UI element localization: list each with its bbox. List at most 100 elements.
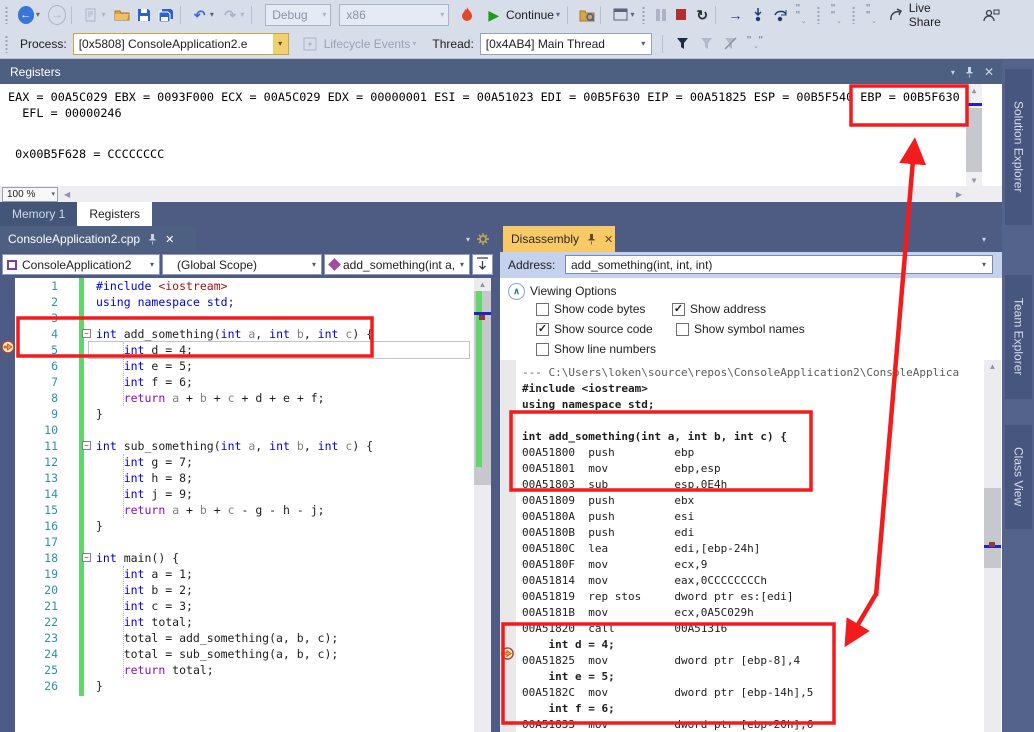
toolbar-grip[interactable] [851,6,856,24]
registers-content[interactable]: EAX = 00A5C029 EBX = 0093F000 ECX = 00A5… [0,84,1002,186]
pin-icon[interactable] [148,233,157,245]
code-line[interactable]: 13 int h = 8; [0,470,473,486]
code-line[interactable]: 10 [0,422,473,438]
code-line[interactable]: 15 return a + b + c - g - h - j; [0,502,473,518]
option-show-address[interactable]: ✓Show address [672,302,766,316]
code-line[interactable]: 8 return a + b + c + d + e + f; [0,390,473,406]
disassembly-line[interactable]: 00A51809 push ebx [522,493,694,509]
toolbar-grip[interactable] [4,35,9,53]
lifecycle-dropdown-icon[interactable]: ▾ [412,39,416,48]
code-line[interactable]: 26} [0,678,473,694]
step-over-icon[interactable] [772,6,788,24]
scroll-down-icon[interactable]: ▼ [966,176,982,185]
option-show-symbol-names[interactable]: Show symbol names [676,322,805,336]
solution-configuration-combo[interactable]: Debug▾ [265,4,331,26]
redo-dropdown-icon[interactable]: ▾ [240,10,244,19]
step-out-icon[interactable]: " "⌄ [795,5,812,25]
pin-icon[interactable] [587,233,596,245]
new-item-dropdown-icon[interactable]: ▾ [102,10,106,19]
option-show-source-code[interactable]: ✓Show source code [536,322,653,336]
checkbox[interactable]: ✓ [672,303,685,316]
registers-title-bar[interactable]: Registers ▾ ✕ [0,60,1002,84]
process-dropdown-icon[interactable]: ▾ [273,34,288,54]
continue-dropdown-icon[interactable]: ▾ [556,10,560,19]
disassembly-line[interactable]: 00A5180B push edi [522,525,694,541]
scroll-up-icon[interactable]: ▲ [984,362,1001,371]
new-item-icon[interactable] [83,6,99,24]
editor-scrollbar[interactable]: ▲ [474,278,491,732]
disassembly-line[interactable]: int d = 4; [522,637,615,653]
scroll-up-icon[interactable]: ▲ [966,86,982,95]
checkbox[interactable] [536,303,549,316]
disassembly-line[interactable]: int f = 6; [522,701,615,717]
diagnostics-toolbar-icon[interactable]: " "⌄ [866,5,883,25]
tab-list-dropdown-icon[interactable]: ▾ [466,235,470,244]
member-combo[interactable]: add_something(int a, ▾ [324,254,470,275]
gear-icon[interactable] [476,232,490,246]
code-line[interactable]: 3 [0,310,473,326]
live-share-icon[interactable] [888,6,904,24]
navigate-back-button[interactable]: ← [18,6,34,24]
scroll-up-icon[interactable]: ▲ [474,280,491,289]
disassembly-line[interactable]: 00A51820 call 00A51316 [522,621,727,637]
code-line[interactable]: 23 total = add_something(a, b, c); [0,630,473,646]
disassembly-line[interactable]: 00A5181B mov ecx,0A5C029h [522,605,754,621]
code-line[interactable]: 19 int a = 1; [0,566,473,582]
code-line[interactable]: 1#include <iostream> [0,278,473,294]
disassembly-line[interactable]: int e = 5; [522,669,615,685]
lifecycle-events-button[interactable]: Lifecycle Events [324,37,411,51]
break-all-icon[interactable] [656,9,666,21]
disassembly-line[interactable]: 00A51833 mov dword ptr [ebp-20h],6 [522,717,813,732]
option-show-code-bytes[interactable]: Show code bytes [536,302,645,316]
code-line[interactable]: 24 total = sub_something(a, b, c); [0,646,473,662]
code-line[interactable]: 18−int main() { [0,550,473,566]
disassembly-line[interactable]: 00A5180A push esi [522,509,694,525]
code-line[interactable]: 4−int add_something(int a, int b, int c)… [0,326,473,342]
toolbar-grip[interactable] [816,6,821,24]
tab-list-dropdown-icon[interactable]: ▾ [982,235,986,244]
save-icon[interactable] [136,6,152,24]
navigate-forward-button[interactable]: → [48,5,66,25]
close-icon[interactable]: ✕ [165,233,174,246]
step-into-icon[interactable] [750,6,766,24]
breakpoint-window-icon[interactable] [612,6,628,24]
continue-button[interactable]: Continue [506,8,554,22]
code-line[interactable]: 7 int f = 6; [0,374,473,390]
code-line[interactable]: 14 int j = 9; [0,486,473,502]
save-all-icon[interactable] [158,6,174,24]
code-line[interactable]: 17 [0,534,473,550]
code-line[interactable]: 22 int total; [0,614,473,630]
code-line[interactable]: 11−int sub_something(int a, int b, int c… [0,438,473,454]
side-tab-class-view[interactable]: Class View [1005,425,1032,529]
disassembly-line[interactable]: 00A51819 rep stos dword ptr es:[edi] [522,589,794,605]
disassembly-line[interactable]: 00A51803 sub esp,0E4h [522,477,727,493]
filter-disabled-icon[interactable] [722,35,740,53]
tab-registers[interactable]: Registers [77,202,152,226]
address-dropdown-icon[interactable]: ▾ [976,260,992,269]
disassembly-line[interactable]: int add_something(int a, int b, int c) { [522,429,787,445]
fold-collapse-icon[interactable]: − [82,553,91,562]
redo-icon[interactable]: ↷ [222,6,238,24]
disassembly-pane[interactable]: --- C:\Users\loken\source\repos\ConsoleA… [500,360,1002,732]
disassembly-line[interactable]: #include <iostream> [522,381,648,397]
registers-scrollbar[interactable]: ▲ ▼ [966,84,982,186]
disassembly-line[interactable]: 00A51814 mov eax,0CCCCCCCCh [522,573,767,589]
fold-collapse-icon[interactable]: − [82,329,91,338]
address-combo[interactable]: add_something(int, int, int) ▾ [565,255,993,274]
scroll-right-icon[interactable]: ▶ [956,190,962,199]
current-statement-arrow[interactable] [1,340,15,354]
find-in-files-icon[interactable] [579,6,595,24]
side-tab-solution-explorer[interactable]: Solution Explorer [1005,69,1032,225]
window-position-icon[interactable]: ▾ [951,68,955,77]
code-line[interactable]: 12 int g = 7; [0,454,473,470]
tab-consoleapplication2-cpp[interactable]: ConsoleApplication2.cpp ✕ [0,226,196,252]
checkbox[interactable] [536,343,549,356]
disassembly-scrollbar[interactable]: ▲ [984,360,1001,732]
stop-debugging-icon[interactable] [676,9,686,20]
hot-reload-flame-icon[interactable] [459,6,475,24]
live-share-button[interactable]: Live Share [909,1,961,29]
collapse-chevron-icon[interactable]: ∧ [508,283,525,300]
process-combo[interactable]: [0x5808] ConsoleApplication2.e ▾ [73,33,289,55]
checkbox[interactable] [676,323,689,336]
restart-icon[interactable]: ↻ [694,6,710,24]
